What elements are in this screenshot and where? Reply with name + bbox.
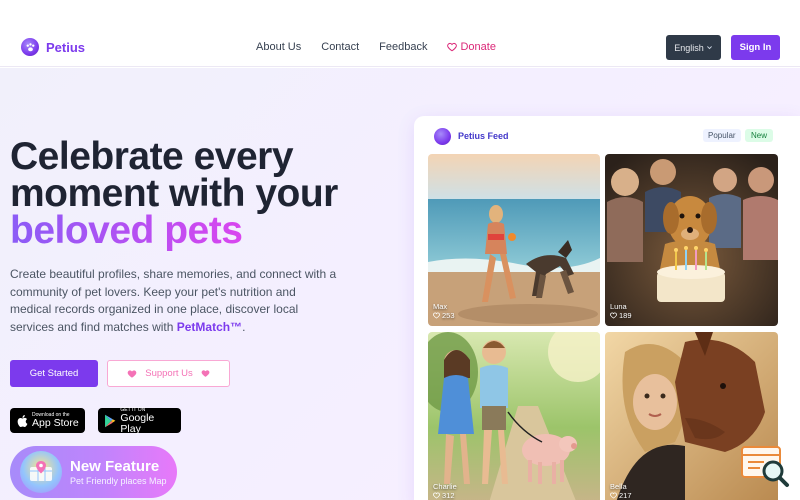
heart-icon	[127, 369, 137, 378]
heart-icon	[201, 370, 210, 377]
top-band	[0, 0, 800, 30]
nav-contact[interactable]: Contact	[321, 41, 359, 53]
petmatch-link[interactable]: PetMatch™	[177, 320, 242, 334]
feature-subtitle: Pet Friendly places Map	[70, 475, 167, 486]
hero-desc-end: .	[242, 319, 246, 334]
heart-icon	[610, 312, 617, 319]
tag-new[interactable]: New	[745, 129, 774, 142]
google-play-badge[interactable]: GET IT ON Google Play	[98, 407, 181, 435]
support-us-button[interactable]: Support Us	[107, 360, 230, 387]
google-play-name: Google Play	[120, 411, 155, 435]
donate-label: Donate	[460, 41, 496, 53]
post-photo	[428, 154, 600, 326]
feature-title: New Feature	[70, 457, 160, 475]
like-count: 253	[442, 311, 455, 320]
like-count: 312	[442, 491, 455, 500]
pet-name: Charlie	[433, 482, 457, 491]
post-caption: Max 253	[433, 302, 455, 320]
apple-icon	[17, 414, 28, 427]
post-caption: Charlie 312	[433, 482, 457, 500]
get-started-button[interactable]: Get Started	[10, 360, 98, 387]
hero-title-accent: beloved pets	[10, 209, 243, 252]
app-store-badge[interactable]: Download on the App Store	[10, 408, 85, 433]
post-photo	[605, 154, 778, 326]
pet-name: Bella	[610, 482, 627, 491]
hero-desc-text: Create beautiful profiles, share memorie…	[10, 267, 337, 334]
nav-donate[interactable]: Donate	[447, 41, 496, 53]
pet-name: Max	[433, 302, 448, 311]
post-card-charlie[interactable]: Charlie 312	[428, 332, 600, 500]
google-play-icon	[105, 414, 116, 427]
language-select[interactable]: English	[666, 35, 721, 60]
post-caption: Luna 189	[610, 302, 632, 320]
brand-name: Petius	[46, 39, 86, 55]
hero-title: Celebrate every moment with your beloved…	[10, 137, 338, 252]
signin-button[interactable]: Sign In	[731, 35, 780, 60]
heart-icon	[433, 312, 440, 319]
post-card-max[interactable]: Max 253	[428, 154, 600, 326]
heart-icon	[433, 492, 440, 499]
nav-links: About Us Contact Feedback Donate	[256, 41, 496, 53]
like-count: 217	[619, 491, 632, 500]
post-card-luna[interactable]: Luna 189	[605, 154, 778, 326]
petius-feed-card: Petius Feed Popular New Max 253 Luna 189…	[414, 116, 800, 500]
post-photo	[428, 332, 600, 500]
map-feature-icon	[20, 451, 62, 493]
feedback-search-icon[interactable]	[740, 445, 790, 489]
nav-feedback[interactable]: Feedback	[379, 41, 427, 53]
chevron-down-icon	[706, 46, 712, 50]
heart-icon	[447, 42, 458, 52]
feed-title: Petius Feed	[458, 131, 509, 141]
language-label: English	[674, 42, 704, 53]
pet-name: Luna	[610, 302, 627, 311]
like-count: 189	[619, 311, 632, 320]
tag-popular[interactable]: Popular	[703, 129, 741, 142]
post-caption: Bella 217	[610, 482, 632, 500]
paw-logo-icon	[434, 128, 451, 145]
app-store-name: App Store	[32, 417, 79, 429]
hero-section: Celebrate every moment with your beloved…	[0, 68, 800, 500]
brand-logo[interactable]: Petius	[21, 38, 85, 56]
nav-about[interactable]: About Us	[256, 41, 301, 53]
paw-logo-icon	[21, 38, 39, 56]
support-label: Support Us	[145, 368, 193, 379]
new-feature-banner[interactable]: New Feature Pet Friendly places Map	[10, 446, 177, 498]
heart-icon	[610, 492, 617, 499]
hero-description: Create beautiful profiles, share memorie…	[10, 266, 340, 336]
navbar: Petius About Us Contact Feedback Donate …	[0, 30, 800, 67]
